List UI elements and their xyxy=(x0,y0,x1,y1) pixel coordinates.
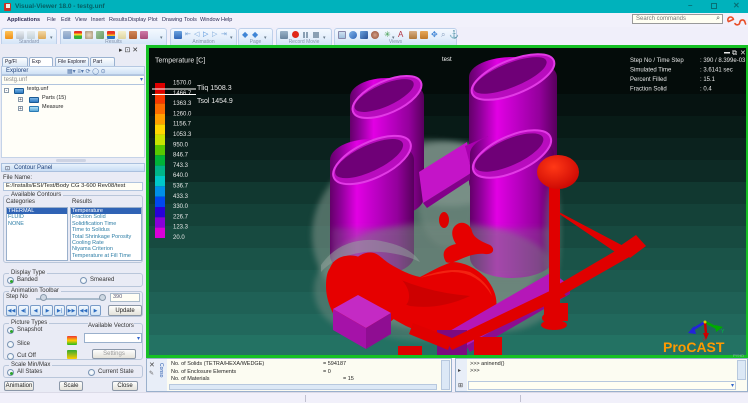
svg-text:✕: ✕ xyxy=(740,50,746,57)
svg-text:: 390 / 8.399e-03: : 390 / 8.399e-03 xyxy=(700,58,746,64)
svg-text:Fraction Solid: Fraction Solid xyxy=(630,87,667,93)
svg-text:330.0: 330.0 xyxy=(173,204,189,210)
svg-text:1466.7: 1466.7 xyxy=(173,91,192,97)
svg-text:Temperature [C]: Temperature [C] xyxy=(155,58,205,65)
svg-text:ProCAST: ProCAST xyxy=(663,339,725,355)
svg-text:Simulated Time: Simulated Time xyxy=(630,68,672,74)
svg-text:1156.7: 1156.7 xyxy=(173,122,192,128)
svg-text:⧉: ⧉ xyxy=(732,50,737,57)
svg-text:123.3: 123.3 xyxy=(173,225,189,231)
svg-text:20.0: 20.0 xyxy=(173,235,185,241)
svg-text:Tsol 1454.9: Tsol 1454.9 xyxy=(197,98,233,105)
svg-text:: 3.6141 sec: : 3.6141 sec xyxy=(700,68,733,74)
svg-text:test: test xyxy=(442,57,452,63)
svg-text:743.3: 743.3 xyxy=(173,163,189,169)
svg-text:846.7: 846.7 xyxy=(173,153,189,159)
svg-text:1053.3: 1053.3 xyxy=(173,132,192,138)
svg-text:536.7: 536.7 xyxy=(173,184,189,190)
svg-text:433.3: 433.3 xyxy=(173,194,189,200)
svg-text:Step No / Time Step: Step No / Time Step xyxy=(630,58,684,64)
svg-text:: 15.1: : 15.1 xyxy=(700,77,716,83)
svg-text:1260.0: 1260.0 xyxy=(173,111,192,117)
svg-text:: 0.4: : 0.4 xyxy=(700,87,712,93)
svg-text:950.0: 950.0 xyxy=(173,142,189,148)
svg-text:1570.0: 1570.0 xyxy=(173,81,192,87)
svg-text:640.0: 640.0 xyxy=(173,173,189,179)
svg-text:Tliq 1508.3: Tliq 1508.3 xyxy=(197,85,232,92)
svg-text:226.7: 226.7 xyxy=(173,214,189,220)
svg-text:Percent Filled: Percent Filled xyxy=(630,77,667,83)
svg-text:1363.3: 1363.3 xyxy=(173,101,192,107)
